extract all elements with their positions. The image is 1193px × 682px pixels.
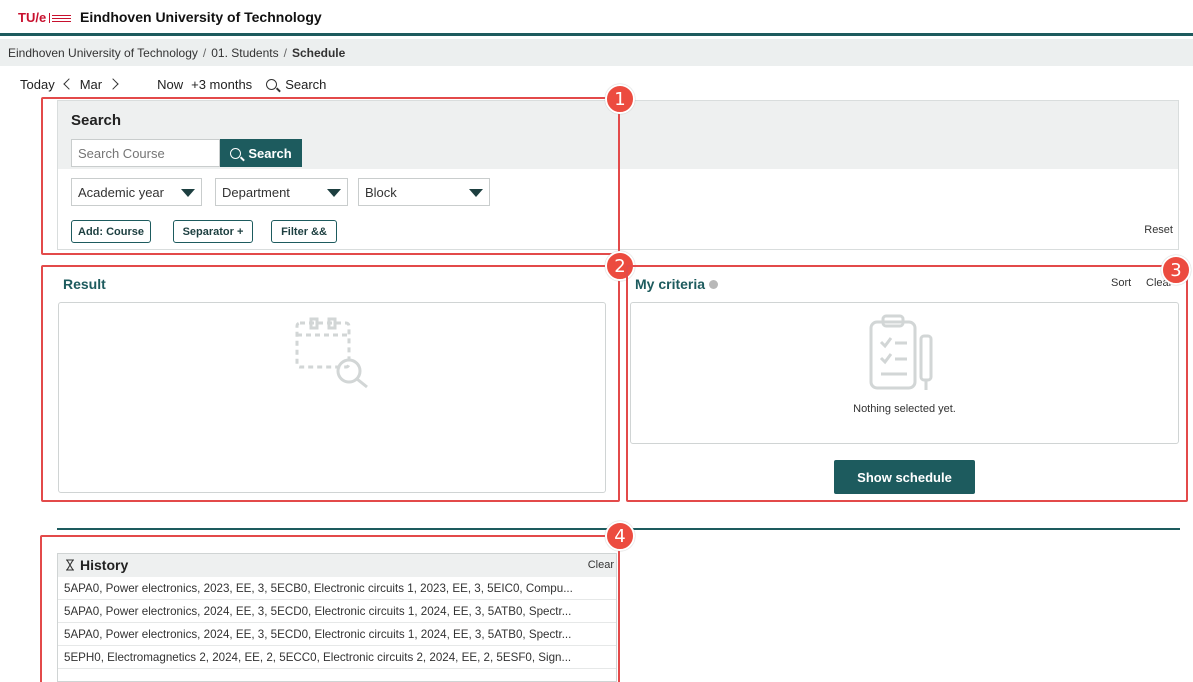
nav-search-label: Search [285,76,327,92]
academic-year-dropdown[interactable]: Academic year [71,178,202,206]
annotation-badge-3: 3 [1161,255,1191,285]
course-search-input[interactable] [71,139,220,167]
schedule-nav: Today Mar Now +3 months Search [20,75,326,93]
breadcrumb-separator: / [283,46,287,60]
breadcrumb-item-university[interactable]: Eindhoven University of Technology [8,46,198,60]
plus-3-months-button[interactable]: +3 months [191,77,252,92]
history-item[interactable]: 5APA0, Power electronics, 2024, EE, 3, 5… [58,600,616,623]
result-title: Result [63,276,106,292]
empty-criteria-text: Nothing selected yet. [853,403,956,415]
search-panel: Search Search Academic year Department B… [57,100,1179,250]
history-clear-link[interactable]: Clear [588,559,614,571]
search-panel-title: Search [71,112,122,129]
filter-button[interactable]: Filter && [271,220,337,243]
nav-search-button[interactable]: Search [266,77,326,92]
today-button[interactable]: Today [20,77,55,92]
breadcrumb-separator: / [202,46,207,60]
my-criteria-title: My criteria [635,276,719,292]
history-item[interactable]: 5APA0, Power electronics, 2023, EE, 3, 5… [58,577,616,600]
search-button-label: Search [248,145,292,161]
caret-down-icon [181,189,195,197]
logo-seal-icon [49,12,72,23]
history-item[interactable]: 5EPH0, Electromagnetics 2, 2024, EE, 2, … [58,646,616,669]
reset-link[interactable]: Reset [1144,224,1173,236]
course-search-button[interactable]: Search [220,139,302,167]
next-month-button[interactable] [105,78,119,90]
dropdown-label: Department [222,185,290,200]
criteria-title-text: My criteria [635,276,706,292]
block-dropdown[interactable]: Block [358,178,490,206]
caret-down-icon [327,189,341,197]
month-label: Mar [79,76,103,92]
caret-down-icon [469,189,483,197]
now-button[interactable]: Now [157,77,183,92]
chevron-left-icon [63,78,75,90]
tue-logo[interactable]: TU/e [18,10,72,25]
dropdown-label: Academic year [78,185,164,200]
result-area [58,302,606,493]
show-schedule-button[interactable]: Show schedule [834,460,975,494]
history-item[interactable]: 5APA0, Power electronics, 2024, EE, 3, 5… [58,623,616,646]
history-header: History Clear [58,554,616,577]
add-course-button[interactable]: Add: Course [71,220,151,243]
breadcrumb: Eindhoven University of Technology / 01. S… [0,39,1193,66]
separator-button[interactable]: Separator + [173,220,253,243]
criteria-area: Nothing selected yet. [630,302,1179,444]
info-icon[interactable] [709,279,719,289]
annotation-badge-2: 2 [605,251,635,281]
breadcrumb-item-students[interactable]: 01. Students [211,46,278,60]
dropdown-label: Block [365,185,397,200]
annotation-badge-4: 4 [605,521,635,551]
breadcrumb-item-schedule: Schedule [291,46,346,60]
brand-name[interactable]: Eindhoven University of Technology [80,9,322,25]
history-title-text: History [80,557,129,573]
top-bar: TU/e Eindhoven University of Technology [0,0,1193,36]
history-panel: History Clear 5APA0, Power electronics, … [57,553,617,682]
annotation-badge-1: 1 [605,84,635,114]
clipboard-icon [869,314,933,390]
department-dropdown[interactable]: Department [215,178,348,206]
search-icon [266,78,278,90]
logo-text: TU/e [18,10,47,25]
prev-month-button[interactable] [63,78,77,90]
history-title: History [65,557,128,573]
hourglass-icon [66,559,74,571]
sort-link[interactable]: Sort [1111,277,1131,289]
calendar-search-icon [295,317,368,389]
chevron-right-icon [107,78,119,90]
search-icon [230,147,242,159]
